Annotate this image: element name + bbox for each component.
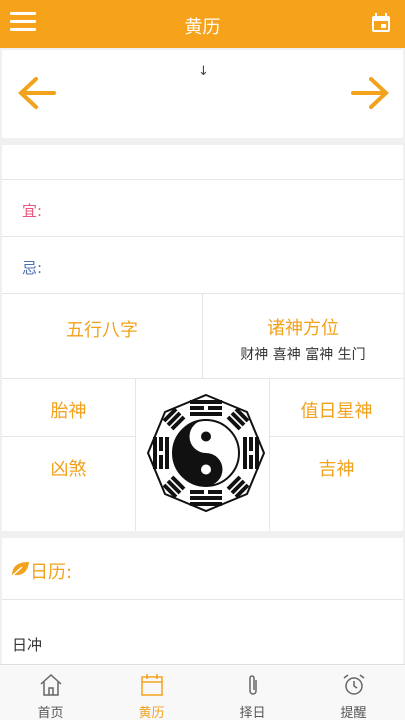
paperclip-icon: [249, 675, 257, 695]
taishen-cell[interactable]: 胎神: [2, 379, 136, 437]
bottom-tab-bar: 首页 黄历 择日 提醒: [0, 664, 405, 720]
page-title: 黄历: [184, 17, 221, 38]
tab-home[interactable]: 首页: [0, 665, 101, 720]
calendar-section: 日历: 日冲: [2, 538, 403, 664]
xiongsha-cell[interactable]: 凶煞: [2, 437, 136, 531]
home-icon: [40, 673, 62, 696]
calendar-icon: [141, 674, 163, 696]
wuxing-bazi-cell[interactable]: 五行八字: [2, 294, 203, 379]
expand-down-icon[interactable]: ↓: [198, 64, 209, 79]
ji-label: 忌:: [22, 259, 43, 277]
tab-home-label: 首页: [37, 706, 64, 720]
tab-zeri-label: 择日: [239, 706, 266, 720]
ji-row: 忌:: [2, 237, 403, 294]
tab-huangli[interactable]: 黄历: [101, 665, 202, 720]
calendar-icon[interactable]: [369, 11, 393, 35]
top-app-bar: 黄历: [0, 0, 405, 48]
alarm-clock-icon: [343, 674, 365, 695]
date-navigator: ↓: [2, 50, 403, 138]
calendar-title: 日历:: [30, 562, 73, 583]
calendar-header: 日历:: [2, 538, 403, 600]
tab-tixing-label: 提醒: [340, 706, 367, 720]
tab-zeri[interactable]: 择日: [202, 665, 303, 720]
next-day-arrow-icon[interactable]: [351, 76, 391, 110]
zhiri-xingshen-cell[interactable]: 值日星神: [270, 379, 403, 437]
zhushen-fangwei-cell[interactable]: 诸神方位 财神 喜神 富神 生门: [203, 294, 403, 379]
leaf-icon: [11, 562, 29, 577]
tab-tixing[interactable]: 提醒: [303, 665, 404, 720]
jishen-cell[interactable]: 吉神: [270, 437, 403, 531]
yi-row: 宜:: [2, 180, 403, 237]
richong-label: 日冲: [12, 636, 43, 654]
bagua-taiji-icon: [146, 393, 266, 513]
lunar-date-row: [2, 145, 403, 180]
yi-label: 宜:: [22, 202, 43, 220]
tab-huangli-label: 黄历: [138, 706, 165, 720]
previous-day-arrow-icon[interactable]: [16, 76, 56, 110]
